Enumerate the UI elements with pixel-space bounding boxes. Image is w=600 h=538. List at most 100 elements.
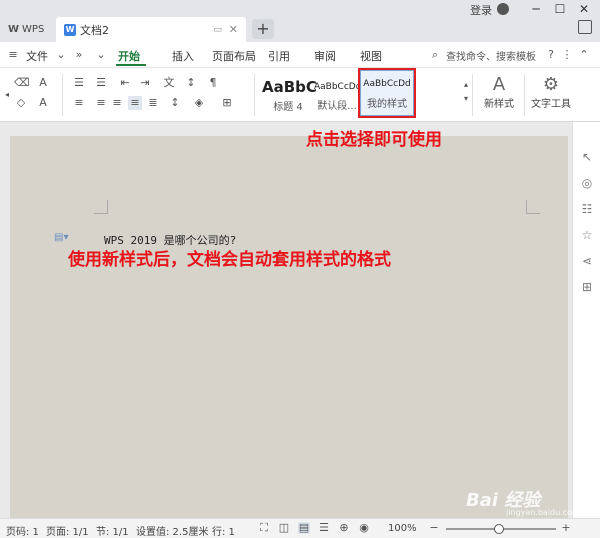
gallery-down-icon[interactable]: ▾: [459, 92, 473, 106]
format-painter-icon[interactable]: ◇: [14, 96, 28, 110]
pointer-icon[interactable]: ↖: [580, 150, 594, 164]
chevron-down-icon[interactable]: ⌄: [54, 48, 68, 62]
fullscreen-icon[interactable]: ⛶: [258, 522, 270, 534]
margin-corner: [94, 200, 108, 214]
zoom-in-icon[interactable]: +: [560, 522, 572, 534]
watermark-url: jingyan.baidu.com: [506, 508, 580, 517]
zoom-level[interactable]: 100%: [388, 523, 417, 534]
decrease-indent-icon[interactable]: ⇤: [118, 76, 132, 90]
ribbon-separator: [472, 74, 473, 116]
share-icon[interactable]: ⋖: [580, 254, 594, 268]
wrench-icon: ⚙: [542, 74, 560, 95]
bullet-list-icon[interactable]: ☰: [72, 76, 86, 90]
style-name: 我的样式: [367, 99, 407, 110]
style-name: 标题 4: [273, 102, 303, 113]
zoom-slider-handle[interactable]: [494, 524, 504, 534]
web-view-icon[interactable]: ⊕: [338, 522, 350, 534]
menu-item-references[interactable]: 引用: [268, 48, 290, 64]
monitor-icon[interactable]: ▭: [213, 25, 222, 35]
page-view-icon[interactable]: ▤: [298, 522, 310, 534]
line-spacing-icon[interactable]: ↕: [168, 96, 182, 110]
sort-icon[interactable]: ↕: [184, 76, 198, 90]
menu-item-view[interactable]: 视图: [360, 48, 382, 64]
title-bar: W WPS W 文档2 ▭ ✕ + 登录 ─ ☐ ✕: [0, 0, 600, 42]
collapse-ribbon-icon[interactable]: ⌃: [577, 48, 591, 62]
star-icon[interactable]: ☆: [580, 228, 594, 242]
menu-item-page-layout[interactable]: 页面布局: [212, 48, 256, 64]
ribbon-separator: [254, 74, 255, 116]
show-marks-icon[interactable]: ¶: [206, 76, 220, 90]
zoom-out-icon[interactable]: −: [428, 522, 440, 534]
side-panel-icon[interactable]: [578, 20, 592, 34]
command-search-input[interactable]: 查找命令、搜索模板: [446, 48, 536, 63]
align-right-icon[interactable]: ≡: [110, 96, 124, 110]
new-tab-button[interactable]: +: [252, 19, 274, 39]
new-style-button[interactable]: A 新样式: [474, 72, 524, 118]
new-style-icon: A: [492, 74, 506, 95]
align-left-icon[interactable]: ≡: [72, 96, 86, 110]
menu-item-review[interactable]: 审阅: [314, 48, 336, 64]
scroll-left-icon[interactable]: ◂: [0, 88, 14, 102]
right-sidebar: ↖ ◎ ☷ ☆ ⋖ ⊞: [572, 122, 600, 518]
close-window-icon[interactable]: ✕: [572, 0, 596, 18]
outline-view-icon[interactable]: ☰: [318, 522, 330, 534]
more-icon[interactable]: »: [72, 48, 86, 62]
user-avatar-icon[interactable]: [497, 3, 509, 15]
justify-icon[interactable]: ≡: [128, 96, 142, 110]
paragraph-layout-icon[interactable]: ▤▾: [54, 232, 68, 243]
search-icon[interactable]: ⌕: [428, 48, 442, 62]
status-row: 行: 1: [212, 527, 235, 538]
highlight-icon[interactable]: A: [36, 76, 50, 90]
margin-corner: [526, 200, 540, 214]
reading-view-icon[interactable]: ◫: [278, 522, 290, 534]
menu-item-home[interactable]: 开始: [118, 48, 140, 64]
shading-icon[interactable]: ◈: [192, 96, 206, 110]
style-gallery: AaBbC 标题 4 AaBbCcDd 默认段... AaBbCcDd 我的样式: [262, 68, 472, 118]
document-workspace: ▤▾ WPS 2019 是哪个公司的?: [0, 122, 572, 518]
file-menu[interactable]: 文件: [26, 48, 48, 64]
style-selected-box: AaBbCcDd 我的样式: [360, 70, 414, 116]
style-my-style[interactable]: AaBbCcDd 我的样式: [358, 68, 416, 118]
document-page[interactable]: ▤▾ WPS 2019 是哪个公司的?: [10, 136, 568, 518]
wps-home-tab[interactable]: W WPS: [0, 17, 55, 42]
style-default-paragraph[interactable]: AaBbCcDd 默认段...: [314, 72, 362, 118]
align-center-icon[interactable]: ≡: [94, 96, 108, 110]
style-preview: AaBbCcDd: [314, 82, 362, 92]
status-bar: 页码: 1 页面: 1/1 节: 1/1 设置值: 2.5厘米 行: 1 ⛶ ◫…: [0, 518, 600, 538]
increase-indent-icon[interactable]: ⇥: [138, 76, 152, 90]
new-style-label: 新样式: [484, 99, 514, 110]
style-heading-4[interactable]: AaBbC 标题 4: [262, 72, 317, 118]
style-preview: AaBbCcDd: [363, 79, 411, 89]
minimize-icon[interactable]: ─: [524, 0, 548, 18]
menu-item-insert[interactable]: 插入: [172, 48, 194, 64]
text-tools-label: 文字工具: [531, 99, 571, 110]
text-tools-button[interactable]: ⚙ 文字工具: [526, 72, 576, 118]
shapes-icon[interactable]: ◎: [580, 176, 594, 190]
font-color-icon[interactable]: A: [36, 96, 50, 110]
gallery-up-icon[interactable]: ▴: [459, 78, 473, 92]
settings-sliders-icon[interactable]: ☷: [580, 202, 594, 216]
document-tab[interactable]: W 文档2 ▭ ✕: [56, 17, 246, 42]
active-tab-underline: [116, 64, 146, 66]
document-icon: W: [64, 23, 76, 36]
help-icon[interactable]: ?: [544, 48, 558, 62]
maximize-icon[interactable]: ☐: [548, 0, 572, 18]
ribbon-toolbar: ◂ ⌫ A ◇ A ☰ ☰ ⇤ ⇥ 文 ↕ ¶ ≡ ≡ ≡ ≡ ≣ ↕ ◈ ⊞ …: [0, 68, 600, 122]
annotation-top: 点击选择即可使用: [306, 130, 442, 150]
numbered-list-icon[interactable]: ☰: [94, 76, 108, 90]
hamburger-icon[interactable]: ≡: [6, 48, 20, 62]
wps-tab-label: WPS: [22, 24, 45, 35]
more-options-icon[interactable]: ⋮: [560, 48, 574, 62]
close-tab-icon[interactable]: ✕: [229, 23, 238, 36]
chinese-layout-icon[interactable]: 文: [162, 76, 176, 90]
undo-icon[interactable]: ⌄: [94, 48, 108, 62]
status-setting-value: 设置值: 2.5厘米: [136, 527, 209, 538]
distributed-icon[interactable]: ≣: [146, 96, 160, 110]
eraser-icon[interactable]: ⌫: [14, 76, 30, 90]
login-link[interactable]: 登录: [470, 2, 492, 18]
eye-protection-icon[interactable]: ◉: [358, 522, 370, 534]
ribbon-separator: [62, 74, 63, 116]
apps-grid-icon[interactable]: ⊞: [580, 280, 594, 294]
status-page-number: 页码: 1: [6, 527, 39, 538]
borders-icon[interactable]: ⊞: [220, 96, 234, 110]
